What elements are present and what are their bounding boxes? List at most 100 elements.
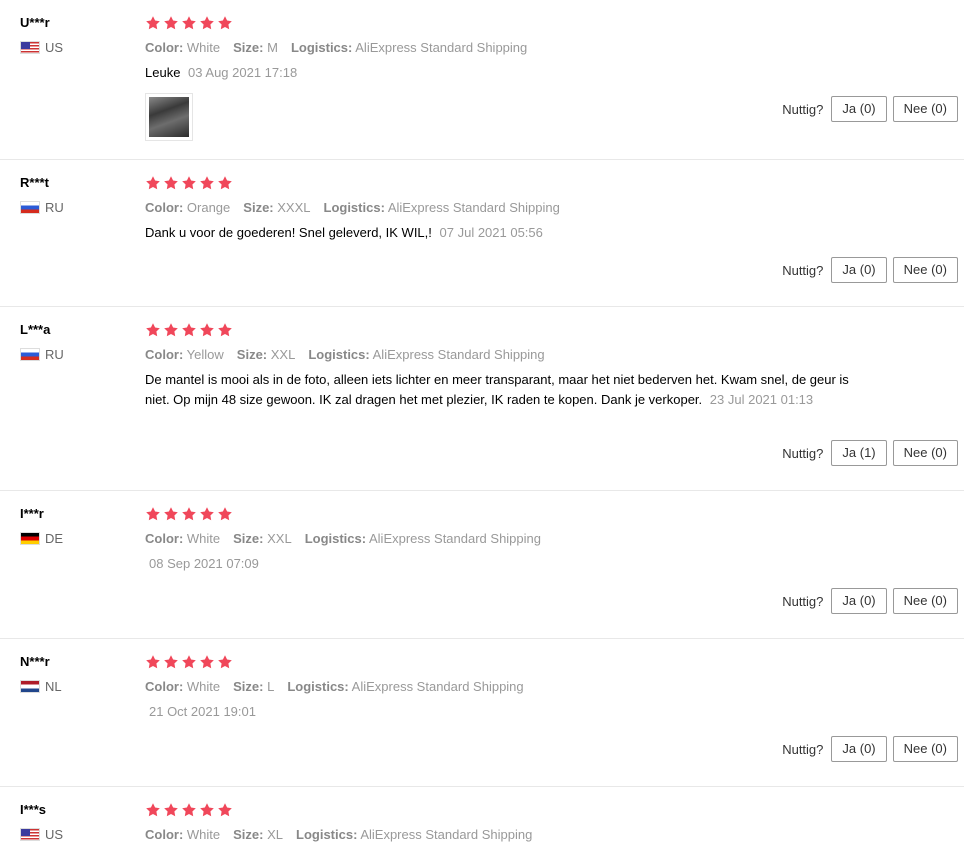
color-value: White: [186, 679, 221, 694]
color-label: Color:: [145, 679, 184, 694]
review-text: 08 Sep 2021 07:09: [145, 554, 850, 574]
review-user: L***a RU: [20, 321, 64, 362]
helpful-yes-button[interactable]: Ja (0): [831, 736, 887, 762]
review-date: 03 Aug 2021 17:18: [188, 65, 298, 80]
size-value: XL: [267, 827, 284, 842]
user-name: N***r: [20, 654, 50, 669]
review-body: Color: White Size: XXL Logistics: AliExp…: [145, 505, 964, 574]
reviews-list: U***r US Color: White Size: M Logistics:…: [0, 0, 978, 867]
review-user: I***s US: [20, 801, 63, 842]
review-photo[interactable]: [145, 93, 193, 141]
star-rating: [145, 505, 964, 523]
review-body: Color: White Size: L Logistics: AliExpre…: [145, 653, 964, 722]
star-icon: [200, 803, 214, 817]
sku-info: Color: White Size: M Logistics: AliExpre…: [145, 40, 964, 55]
helpful-yes-button[interactable]: Ja (0): [831, 96, 887, 122]
helpful-yes-button[interactable]: Ja (1): [831, 440, 887, 466]
color-label: Color:: [145, 347, 184, 362]
sku-info: Color: Yellow Size: XXL Logistics: AliEx…: [145, 347, 964, 362]
photo-image: [149, 97, 189, 137]
user-country: DE: [20, 531, 63, 546]
size-value: XXL: [270, 347, 296, 362]
logistics-value: AliExpress Standard Shipping: [387, 200, 560, 215]
star-icon: [164, 16, 178, 30]
star-icon: [164, 323, 178, 337]
star-icon: [182, 323, 196, 337]
helpful-no-button[interactable]: Nee (0): [892, 440, 958, 466]
flag-canton: [21, 829, 30, 836]
color-value: Orange: [186, 200, 231, 215]
color-label: Color:: [145, 200, 184, 215]
star-icon: [182, 16, 196, 30]
ru-flag-icon: [20, 348, 40, 361]
sku-info: Color: White Size: L Logistics: AliExpre…: [145, 679, 964, 694]
user-name: I***r: [20, 506, 44, 521]
color-value: Yellow: [186, 347, 224, 362]
user-country: NL: [20, 679, 62, 694]
user-country: RU: [20, 200, 64, 215]
review-date: 23 Jul 2021 01:13: [709, 392, 814, 407]
star-icon: [218, 323, 232, 337]
helpful-no-button[interactable]: Nee (0): [892, 588, 958, 614]
size-label: Size:: [236, 347, 268, 362]
review-text: De mantel is mooi als in de foto, alleen…: [145, 370, 850, 410]
review-date: 07 Jul 2021 05:56: [439, 225, 543, 240]
star-rating: [145, 801, 964, 819]
star-icon: [218, 16, 232, 30]
helpful-label: Nuttig?: [782, 445, 824, 461]
color-value: White: [186, 531, 221, 546]
review-item: I***r DE Color: White Size: XXL Logistic…: [0, 491, 964, 639]
sku-info: Color: White Size: XL Logistics: AliExpr…: [145, 827, 964, 842]
color-value: White: [186, 40, 221, 55]
star-rating: [145, 321, 964, 339]
user-country: US: [20, 40, 63, 55]
logistics-label: Logistics:: [308, 347, 370, 362]
review-body: Color: Orange Size: XXXL Logistics: AliE…: [145, 174, 964, 243]
star-icon: [182, 803, 196, 817]
review-item: I***s US Color: White Size: XL Logistics…: [0, 787, 964, 867]
country-code: DE: [45, 531, 64, 546]
helpful-no-button[interactable]: Nee (0): [892, 96, 958, 122]
review-item: U***r US Color: White Size: M Logistics:…: [0, 0, 964, 160]
star-icon: [182, 655, 196, 669]
country-code: US: [45, 40, 64, 55]
star-icon: [164, 655, 178, 669]
star-icon: [146, 507, 160, 521]
logistics-label: Logistics:: [287, 679, 349, 694]
helpful-controls: Nuttig? Ja (0) Nee (0): [782, 96, 958, 122]
star-icon: [182, 176, 196, 190]
helpful-yes-button[interactable]: Ja (0): [831, 588, 887, 614]
size-value: L: [267, 679, 275, 694]
logistics-label: Logistics:: [304, 531, 367, 546]
user-name: I***s: [20, 802, 47, 817]
review-content: Leuke: [145, 65, 181, 80]
review-user: I***r DE: [20, 505, 63, 546]
star-rating: [145, 653, 964, 671]
helpful-no-button[interactable]: Nee (0): [892, 736, 958, 762]
logistics-value: AliExpress Standard Shipping: [360, 827, 533, 842]
flag-canton: [21, 42, 30, 49]
sku-info: Color: Orange Size: XXXL Logistics: AliE…: [145, 200, 964, 215]
review-user: U***r US: [20, 14, 63, 55]
country-code: RU: [45, 200, 64, 215]
country-code: US: [45, 827, 64, 842]
star-icon: [146, 16, 160, 30]
user-name: U***r: [20, 15, 50, 30]
helpful-yes-button[interactable]: Ja (0): [831, 257, 887, 283]
star-icon: [146, 176, 160, 190]
review-date: 21 Oct 2021 19:01: [149, 704, 256, 719]
review-text: Leuke 03 Aug 2021 17:18: [145, 63, 850, 83]
star-icon: [200, 16, 214, 30]
helpful-controls: Nuttig? Ja (0) Nee (0): [782, 257, 958, 283]
star-rating: [145, 174, 964, 192]
helpful-no-button[interactable]: Nee (0): [892, 257, 958, 283]
review-content: Dank u voor de goederen! Snel geleverd, …: [145, 225, 432, 240]
star-icon: [164, 803, 178, 817]
review-body: Color: White Size: XL Logistics: AliExpr…: [145, 801, 964, 842]
us-flag-icon: [20, 41, 40, 54]
size-value: XXL: [267, 531, 292, 546]
color-value: White: [186, 827, 221, 842]
country-code: NL: [45, 679, 62, 694]
review-item: N***r NL Color: White Size: L Logistics:…: [0, 639, 964, 787]
size-label: Size:: [233, 40, 264, 55]
